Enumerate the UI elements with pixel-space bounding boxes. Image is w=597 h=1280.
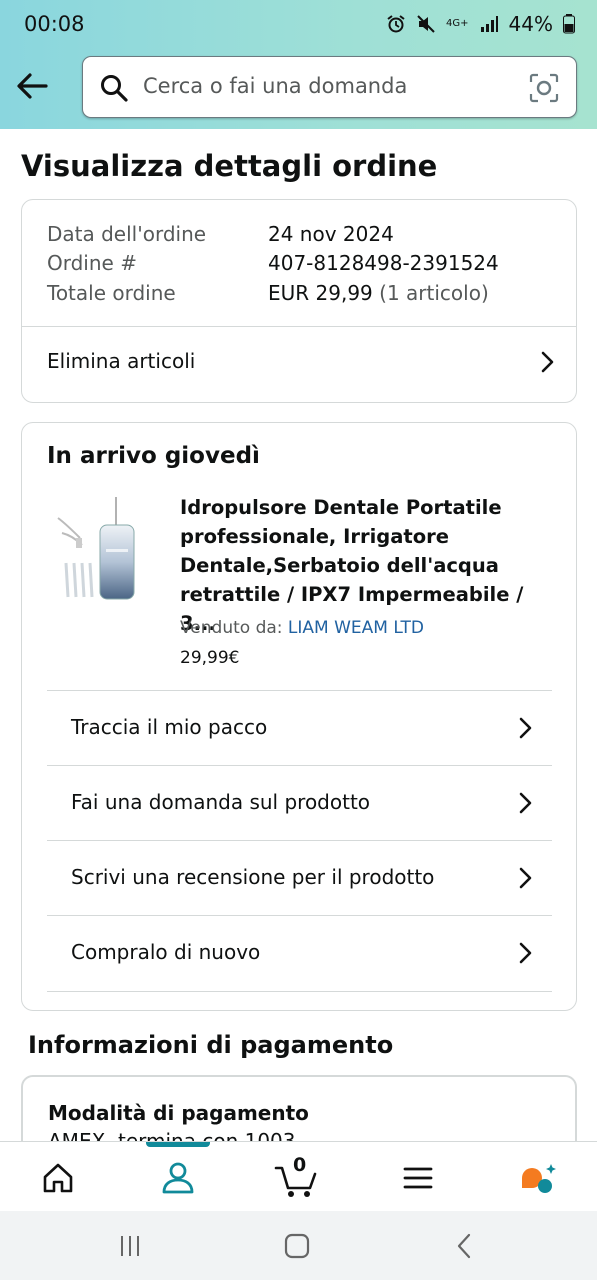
write-review-row[interactable]: Scrivi una recensione per il prodotto <box>47 840 552 916</box>
product-title[interactable]: Idropulsore Dentale Portatile profession… <box>180 493 560 638</box>
chevron-right-icon <box>519 942 532 964</box>
network-indicator: 4G+ <box>446 18 469 29</box>
product-image[interactable] <box>54 493 144 603</box>
seller-info: Venduto da: LIAM WEAM LTD <box>180 618 424 638</box>
signal-icon <box>480 16 498 32</box>
header-bar: 00:08 4G+ 44% Cerca o fai una domanda <box>0 0 597 129</box>
write-review-label: Scrivi una recensione per il prodotto <box>71 865 435 889</box>
home-icon[interactable] <box>38 1158 78 1198</box>
recent-apps-icon[interactable] <box>115 1231 145 1261</box>
rufus-assistant-icon[interactable] <box>518 1158 558 1198</box>
search-bar[interactable]: Cerca o fai una domanda <box>82 56 577 118</box>
home-button-icon[interactable] <box>282 1231 312 1261</box>
ask-question-row[interactable]: Fai una domanda sul prodotto <box>47 765 552 841</box>
order-date-value: 24 nov 2024 <box>268 222 394 246</box>
active-tab-indicator <box>146 1142 210 1147</box>
alarm-icon <box>387 15 405 33</box>
track-package-label: Traccia il mio pacco <box>71 715 268 739</box>
menu-icon[interactable] <box>398 1158 438 1198</box>
system-navigation-bar <box>0 1211 597 1280</box>
chevron-right-icon <box>519 867 532 889</box>
status-bar: 00:08 4G+ 44% <box>0 0 597 50</box>
chevron-right-icon <box>519 717 532 739</box>
account-icon[interactable] <box>158 1158 198 1198</box>
page-title: Visualizza dettagli ordine <box>21 149 438 183</box>
payment-method-value: AMEX, termina con 1003 <box>48 1129 296 1141</box>
product-price: 29,99€ <box>180 648 240 668</box>
track-package-row[interactable]: Traccia il mio pacco <box>47 690 552 766</box>
ask-question-label: Fai una domanda sul prodotto <box>71 790 371 814</box>
back-arrow-icon[interactable] <box>14 68 50 104</box>
search-input[interactable]: Cerca o fai una domanda <box>143 74 407 98</box>
payment-method-label: Modalità di pagamento <box>48 1101 309 1125</box>
search-icon <box>101 75 128 102</box>
delete-items-label: Elimina articoli <box>47 349 196 373</box>
order-total-value: EUR 29,99 <box>268 281 373 305</box>
order-total-label: Totale ordine <box>47 281 176 305</box>
order-summary-card: Data dell'ordine 24 nov 2024 Ordine # 40… <box>21 199 577 403</box>
order-number-value: 407-8128498-2391524 <box>268 251 499 275</box>
order-date-label: Data dell'ordine <box>47 222 207 246</box>
battery-percent: 44% <box>508 12 553 36</box>
status-time: 00:08 <box>24 12 85 36</box>
buy-again-row[interactable]: Compralo di nuovo <box>47 915 552 992</box>
back-button-icon[interactable] <box>450 1231 480 1261</box>
cart-button[interactable]: 0 <box>274 1154 320 1200</box>
chevron-right-icon <box>541 351 554 373</box>
battery-icon <box>563 14 575 34</box>
shipment-card: In arrivo giovedì Idropulsore Dentale Po… <box>21 422 577 1011</box>
seller-link[interactable]: LIAM WEAM LTD <box>288 618 424 638</box>
payment-heading: Informazioni di pagamento <box>28 1031 394 1059</box>
bottom-navigation: 0 <box>0 1141 597 1211</box>
buy-again-label: Compralo di nuovo <box>71 940 261 964</box>
order-item-count: (1 articolo) <box>379 281 489 305</box>
page-content[interactable]: Visualizza dettagli ordine Data dell'ord… <box>0 129 597 1141</box>
delete-items-row[interactable]: Elimina articoli <box>22 327 576 402</box>
payment-card: Modalità di pagamento AMEX, termina con … <box>21 1075 577 1141</box>
camera-search-icon[interactable] <box>528 72 560 104</box>
order-number-label: Ordine # <box>47 251 137 275</box>
delivery-heading: In arrivo giovedì <box>47 443 260 469</box>
chevron-right-icon <box>519 792 532 814</box>
cart-count: 0 <box>293 1154 307 1176</box>
sold-by-label: Venduto da: <box>180 618 283 638</box>
mute-icon <box>417 15 435 33</box>
